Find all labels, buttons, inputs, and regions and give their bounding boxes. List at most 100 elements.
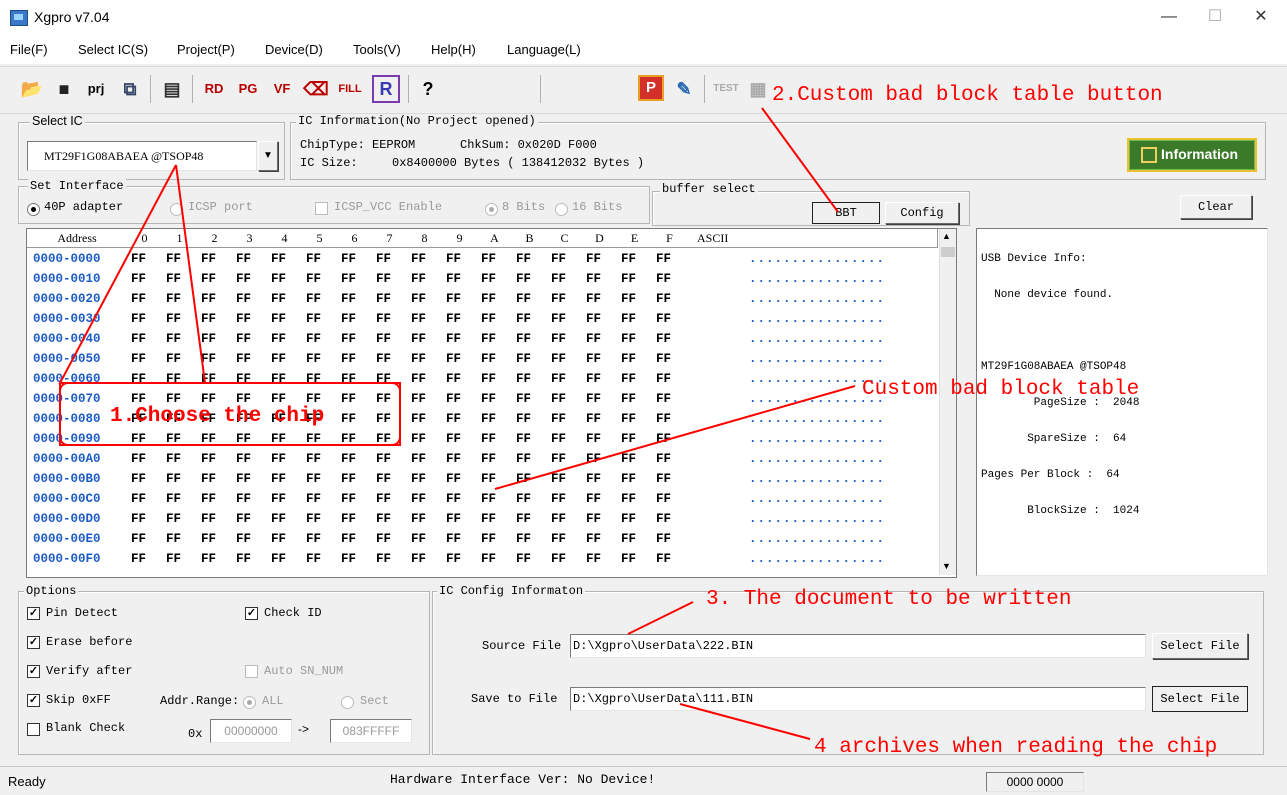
menu-project[interactable]: Project(P) — [177, 42, 235, 57]
hex-byte[interactable]: FF — [166, 310, 181, 328]
save-select-file-button[interactable]: Select File — [1152, 686, 1248, 712]
hex-byte[interactable]: FF — [481, 370, 496, 388]
hex-byte[interactable]: FF — [586, 270, 601, 288]
hex-byte[interactable]: FF — [341, 430, 356, 448]
hex-byte[interactable]: FF — [166, 550, 181, 568]
hex-byte[interactable]: FF — [446, 490, 461, 508]
hex-byte[interactable]: FF — [586, 490, 601, 508]
hex-byte[interactable]: FF — [411, 450, 426, 468]
hex-byte[interactable]: FF — [446, 410, 461, 428]
adapter-radio[interactable] — [27, 203, 40, 216]
hex-byte[interactable]: FF — [341, 410, 356, 428]
hex-byte[interactable]: FF — [411, 470, 426, 488]
hex-byte[interactable]: FF — [271, 250, 286, 268]
hex-byte[interactable]: FF — [446, 370, 461, 388]
hex-byte[interactable]: FF — [306, 270, 321, 288]
hex-byte[interactable]: FF — [236, 430, 251, 448]
hex-byte[interactable]: FF — [551, 290, 566, 308]
hex-byte[interactable]: FF — [341, 510, 356, 528]
hex-byte[interactable]: FF — [306, 470, 321, 488]
hex-byte[interactable]: FF — [551, 390, 566, 408]
hex-byte[interactable]: FF — [411, 350, 426, 368]
range-start-input[interactable]: 00000000 — [210, 719, 292, 743]
hex-byte[interactable]: FF — [271, 450, 286, 468]
hex-byte[interactable]: FF — [586, 250, 601, 268]
hex-byte[interactable]: FF — [236, 270, 251, 288]
chip-select-field[interactable]: MT29F1G08ABAEA @TSOP48 — [27, 141, 257, 171]
menu-device[interactable]: Device(D) — [265, 42, 323, 57]
icsp-vcc-checkbox[interactable] — [315, 202, 328, 215]
hex-byte[interactable]: FF — [621, 430, 636, 448]
hex-byte[interactable]: FF — [411, 250, 426, 268]
hex-byte[interactable]: FF — [341, 370, 356, 388]
hex-byte[interactable]: FF — [411, 530, 426, 548]
hex-byte[interactable]: FF — [341, 250, 356, 268]
blank-check-checkbox[interactable] — [27, 723, 40, 736]
maximize-button[interactable]: ☐ — [1192, 0, 1238, 34]
hex-byte[interactable]: FF — [621, 450, 636, 468]
menu-select-ic[interactable]: Select IC(S) — [78, 42, 148, 57]
hex-byte[interactable]: FF — [551, 470, 566, 488]
chip-dropdown-button[interactable]: ▼ — [258, 141, 278, 171]
hex-byte[interactable]: FF — [586, 310, 601, 328]
hex-scrollbar[interactable]: ▲ ▼ — [939, 229, 956, 575]
hex-byte[interactable]: FF — [516, 550, 531, 568]
hex-byte[interactable]: FF — [306, 310, 321, 328]
hex-byte[interactable]: FF — [306, 430, 321, 448]
hex-byte[interactable]: FF — [656, 250, 671, 268]
hex-byte[interactable]: FF — [586, 470, 601, 488]
hex-byte[interactable]: FF — [621, 410, 636, 428]
hex-byte[interactable]: FF — [131, 530, 146, 548]
save-icon[interactable]: ■ — [50, 75, 78, 103]
hex-byte[interactable]: FF — [166, 530, 181, 548]
hex-byte[interactable]: FF — [201, 550, 216, 568]
hex-byte[interactable]: FF — [341, 310, 356, 328]
hex-byte[interactable]: FF — [586, 410, 601, 428]
hex-byte[interactable]: FF — [481, 410, 496, 428]
hex-byte[interactable]: FF — [586, 430, 601, 448]
erase-icon[interactable]: ⌫ — [302, 75, 330, 103]
hex-byte[interactable]: FF — [446, 510, 461, 528]
bbt-button[interactable]: BBT — [812, 202, 880, 224]
hex-byte[interactable]: FF — [446, 330, 461, 348]
hex-byte[interactable]: FF — [376, 450, 391, 468]
hex-byte[interactable]: FF — [621, 330, 636, 348]
hex-byte[interactable]: FF — [656, 550, 671, 568]
hex-byte[interactable]: FF — [621, 270, 636, 288]
hex-byte[interactable]: FF — [236, 470, 251, 488]
hex-byte[interactable]: FF — [516, 390, 531, 408]
range-all-radio[interactable] — [243, 696, 256, 709]
hex-byte[interactable]: FF — [446, 390, 461, 408]
hex-byte[interactable]: FF — [131, 370, 146, 388]
pin-detect-checkbox[interactable]: ✓ — [27, 607, 40, 620]
hex-byte[interactable]: FF — [516, 410, 531, 428]
hex-byte[interactable]: FF — [586, 290, 601, 308]
hex-byte[interactable]: FF — [341, 290, 356, 308]
hex-byte[interactable]: FF — [306, 370, 321, 388]
menu-tools[interactable]: Tools(V) — [353, 42, 401, 57]
hex-byte[interactable]: FF — [271, 490, 286, 508]
hex-byte[interactable]: FF — [446, 310, 461, 328]
hex-byte[interactable]: FF — [411, 490, 426, 508]
hex-byte[interactable]: FF — [656, 530, 671, 548]
hex-byte[interactable]: FF — [236, 550, 251, 568]
hex-byte[interactable]: FF — [481, 550, 496, 568]
hex-byte[interactable]: FF — [271, 290, 286, 308]
hex-byte[interactable]: FF — [131, 510, 146, 528]
hex-byte[interactable]: FF — [341, 390, 356, 408]
hex-byte[interactable]: FF — [271, 350, 286, 368]
read-icon[interactable]: RD — [200, 75, 228, 103]
hex-byte[interactable]: FF — [586, 390, 601, 408]
hex-byte[interactable]: FF — [516, 250, 531, 268]
hex-byte[interactable]: FF — [656, 510, 671, 528]
hex-byte[interactable]: FF — [516, 310, 531, 328]
hex-byte[interactable]: FF — [166, 330, 181, 348]
hex-byte[interactable]: FF — [306, 250, 321, 268]
hex-byte[interactable]: FF — [551, 310, 566, 328]
hex-byte[interactable]: FF — [201, 250, 216, 268]
save-file-input[interactable]: D:\Xgpro\UserData\111.BIN — [570, 687, 1146, 711]
hex-byte[interactable]: FF — [586, 450, 601, 468]
hex-byte[interactable]: FF — [201, 490, 216, 508]
minimize-button[interactable]: — — [1146, 0, 1192, 34]
fill-icon[interactable]: FILL — [336, 75, 364, 103]
